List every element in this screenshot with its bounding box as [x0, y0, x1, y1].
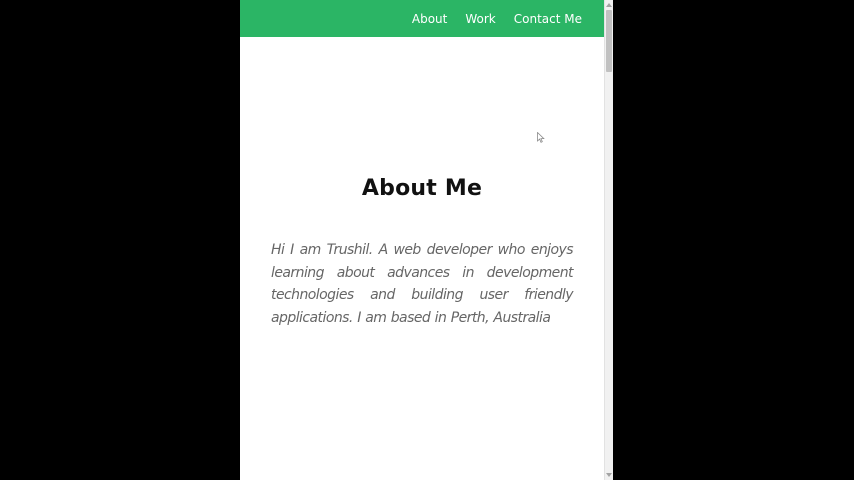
nav-link-about[interactable]: About: [412, 12, 447, 26]
vertical-scrollbar[interactable]: [604, 0, 613, 480]
browser-viewport: About Work Contact Me About Me Hi I am T…: [240, 0, 613, 480]
navbar: About Work Contact Me: [240, 0, 604, 37]
nav-links: About Work Contact Me: [412, 0, 582, 37]
screen-backdrop: About Work Contact Me About Me Hi I am T…: [0, 0, 854, 480]
chevron-up-icon[interactable]: [606, 3, 612, 7]
nav-link-work[interactable]: Work: [465, 12, 495, 26]
mouse-pointer-icon: [537, 132, 545, 143]
about-section: About Me Hi I am Trushil. A web develope…: [240, 37, 604, 480]
about-heading: About Me: [361, 176, 483, 201]
about-intro-text: Hi I am Trushil. A web developer who enj…: [271, 242, 574, 327]
scrollbar-thumb[interactable]: [606, 10, 612, 72]
nav-link-contact-me[interactable]: Contact Me: [514, 12, 582, 26]
chevron-down-icon[interactable]: [606, 473, 612, 477]
